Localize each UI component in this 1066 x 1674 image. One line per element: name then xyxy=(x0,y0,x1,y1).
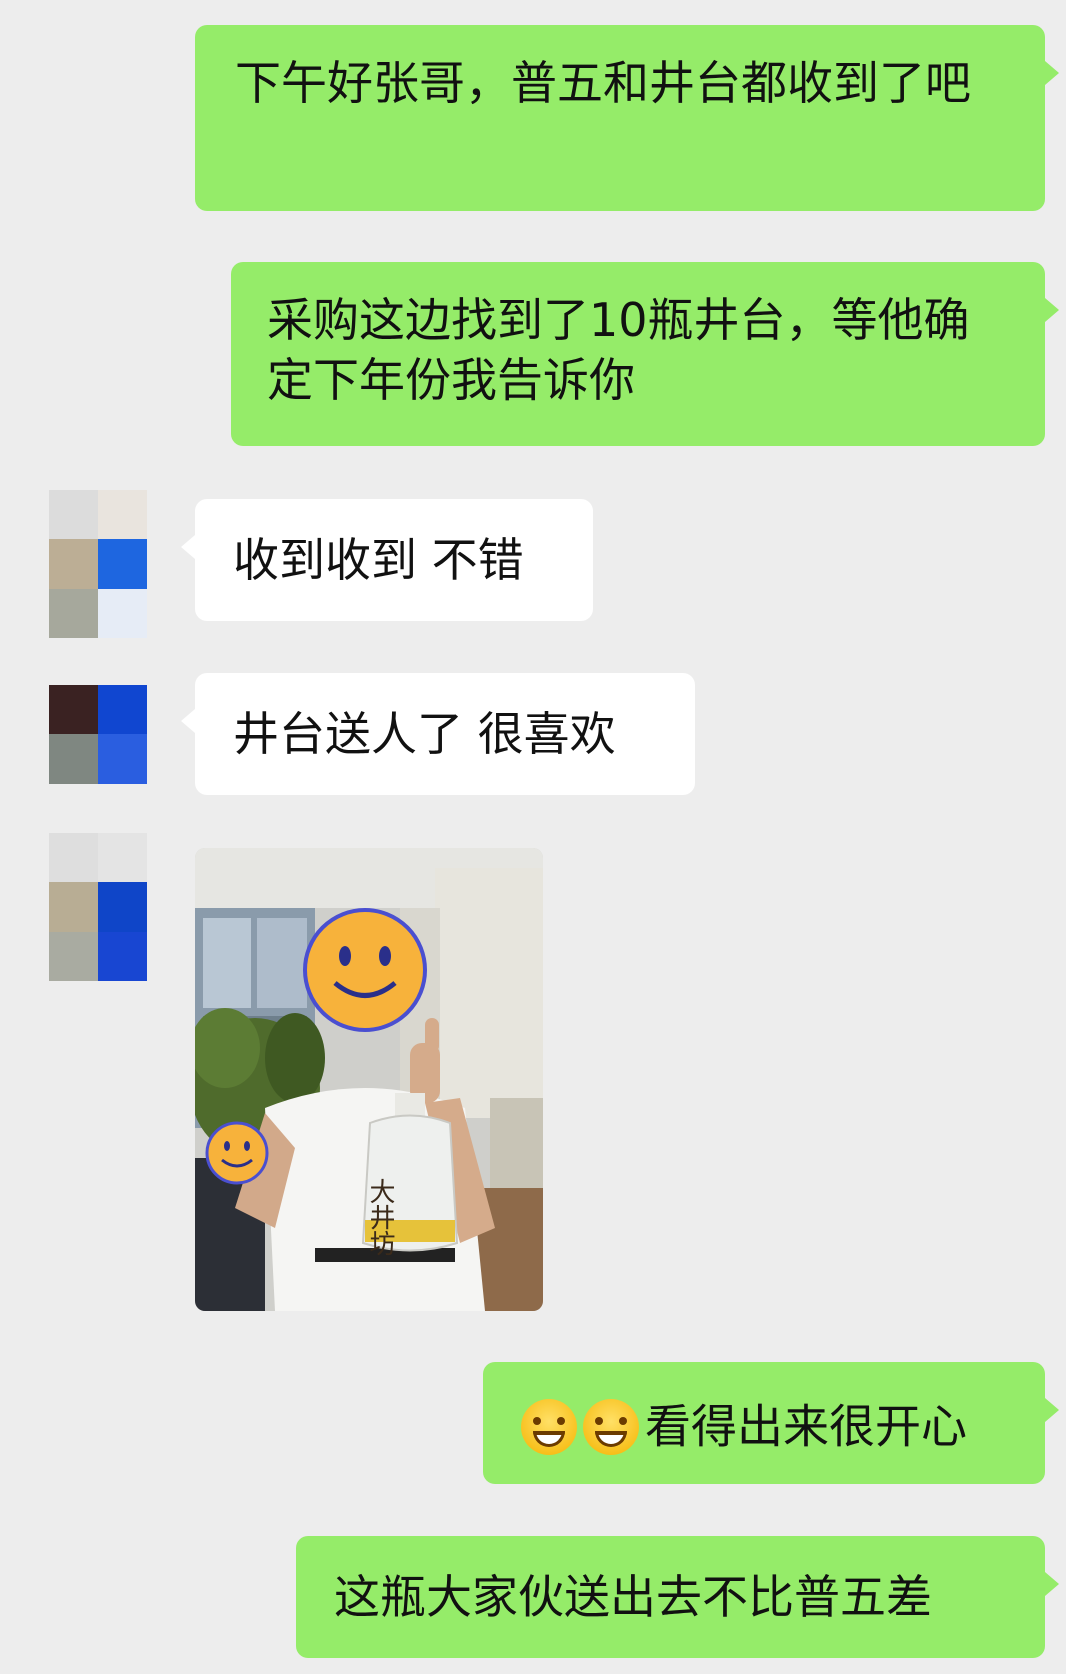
contact-avatar[interactable] xyxy=(49,490,147,638)
message-text: 井台送人了 很喜欢 xyxy=(233,707,616,761)
message-bubble-outgoing[interactable]: 看得出来很开心 xyxy=(483,1362,1059,1484)
message-text: 收到收到 不错 xyxy=(233,533,524,587)
photo-image: 大井坊 xyxy=(195,848,543,1311)
bottle-label: 大井坊 xyxy=(365,1178,395,1256)
contact-avatar[interactable] xyxy=(49,685,147,833)
photo-message[interactable]: 大井坊 xyxy=(195,848,543,1311)
message-bubble-outgoing[interactable]: 下午好张哥，普五和井台都收到了吧 xyxy=(195,25,1059,211)
message-bubble-outgoing[interactable]: 采购这边找到了10瓶井台，等他确定下年份我告诉你 xyxy=(231,262,1059,446)
message-bubble-incoming[interactable]: 收到收到 不错 xyxy=(181,499,593,621)
message-bubble-outgoing[interactable]: 这瓶大家伙送出去不比普五差 xyxy=(296,1536,1059,1658)
message-text: 这瓶大家伙送出去不比普五差 xyxy=(334,1570,932,1624)
contact-avatar[interactable] xyxy=(49,833,147,981)
message-bubble-incoming[interactable]: 井台送人了 很喜欢 xyxy=(181,673,695,795)
grinning-face-icon xyxy=(583,1398,639,1455)
message-text: 采购这边找到了10瓶井台，等他确定下年份我告诉你 xyxy=(267,293,970,407)
message-text: 看得出来很开心 xyxy=(645,1399,967,1454)
message-text: 下午好张哥，普五和井台都收到了吧 xyxy=(235,56,971,110)
grinning-face-icon xyxy=(521,1398,577,1455)
